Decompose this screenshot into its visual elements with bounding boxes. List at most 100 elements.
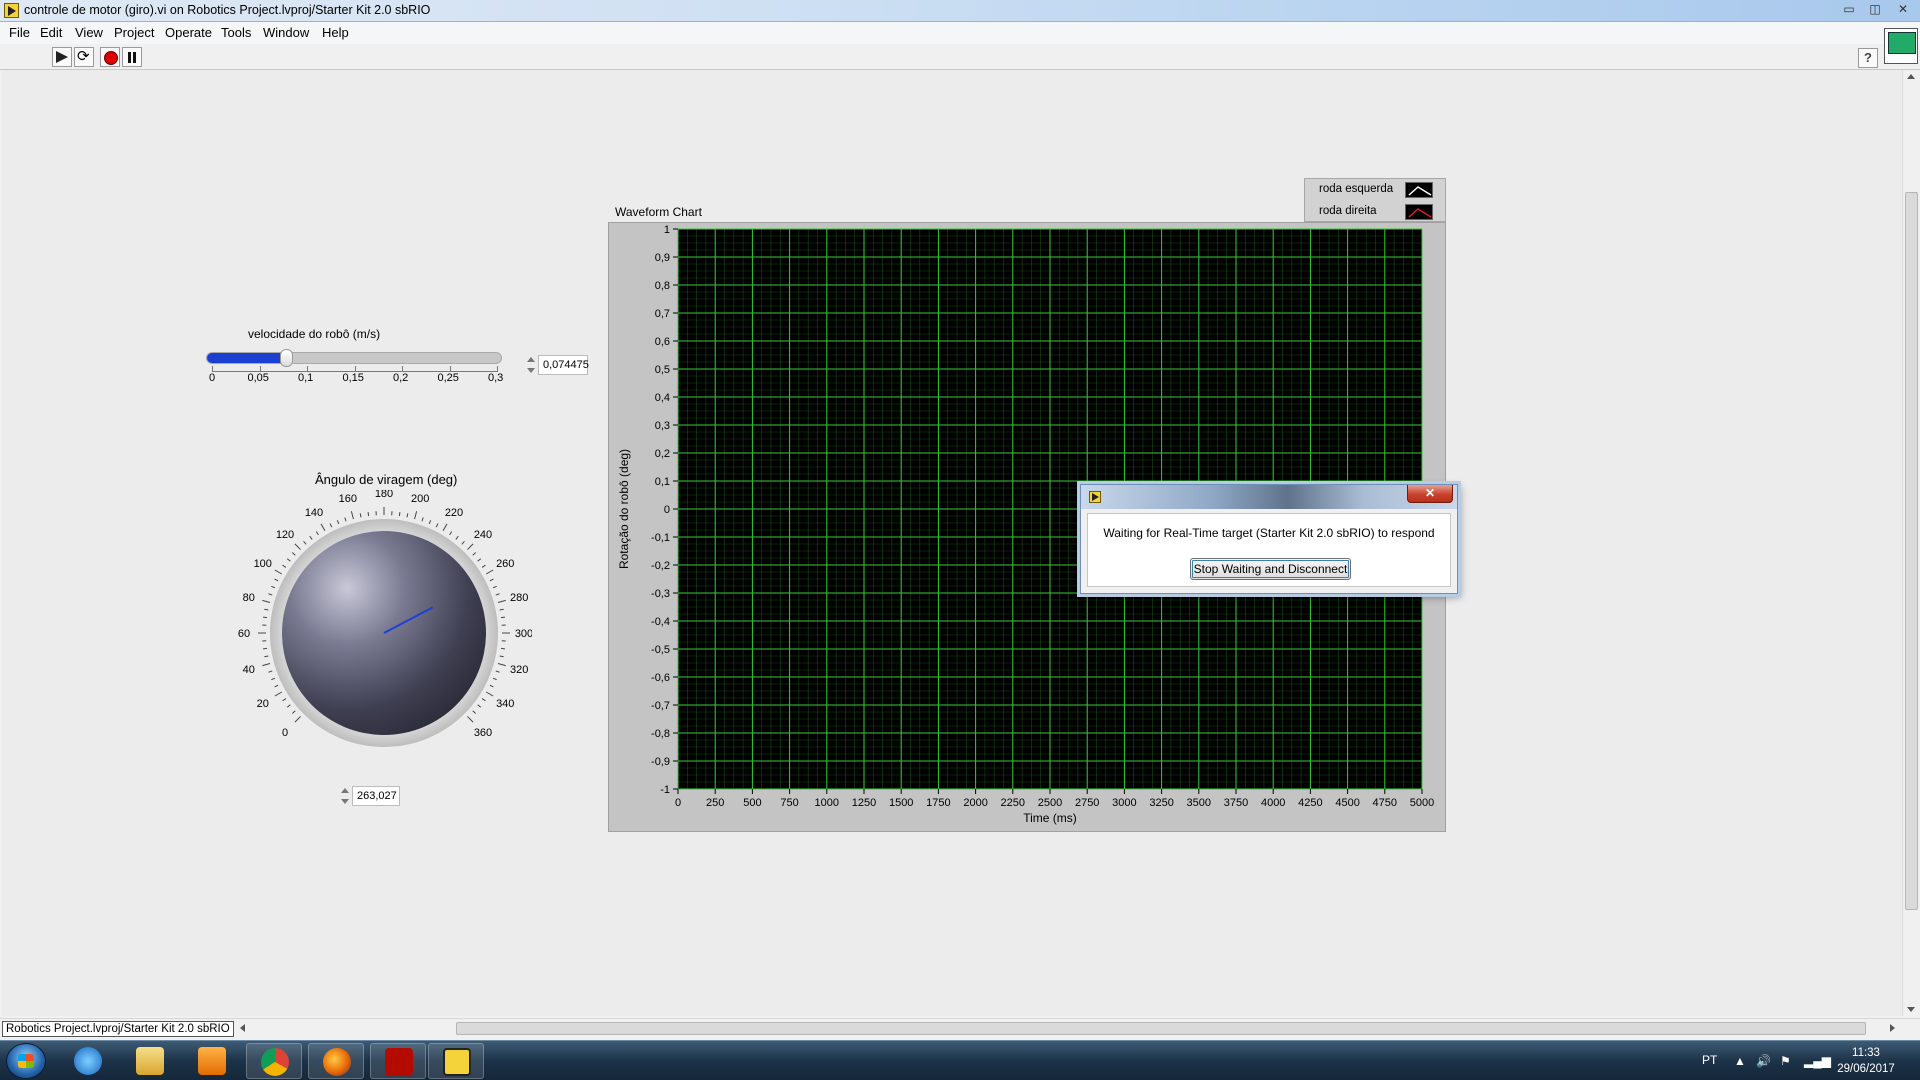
slider-thumb[interactable]: [279, 349, 293, 367]
chrome-button[interactable]: [246, 1043, 302, 1079]
x-tick-label: 2500: [1038, 797, 1062, 809]
horizontal-scroll-thumb[interactable]: [456, 1022, 1866, 1035]
legend-swatch-left[interactable]: [1405, 182, 1433, 198]
slider-value-spinner[interactable]: [526, 355, 536, 375]
menu-operate[interactable]: Operate: [165, 25, 212, 40]
labview-icon: [1089, 491, 1101, 503]
scroll-left-arrow-icon[interactable]: [240, 1024, 245, 1032]
knob-tick-mark: [264, 655, 269, 658]
acrobat-icon: [385, 1048, 413, 1076]
knob-tick-mark: [455, 535, 459, 540]
knob-tick-mark: [398, 511, 401, 517]
pause-icon[interactable]: [122, 47, 142, 67]
turn-angle-knob[interactable]: 0 20 40 60 80 100 120 140 160 180 200 220 240 260 280 3…: [232, 490, 532, 770]
tray-expand-icon[interactable]: ▲: [1734, 1054, 1746, 1068]
run-arrow-icon[interactable]: [52, 47, 72, 67]
x-axis-label: Time (ms): [1023, 811, 1077, 825]
knob-label: Ângulo de viragem (deg): [315, 472, 458, 487]
clock-time: 11:33: [1852, 1047, 1880, 1059]
knob-tick-label: 0: [282, 727, 288, 739]
language-indicator[interactable]: PT: [1702, 1053, 1717, 1067]
knob-tick-mark: [291, 710, 296, 714]
chart-legend[interactable]: roda esquerda roda direita: [1304, 178, 1446, 222]
legend-item-roda-direita[interactable]: roda direita: [1305, 202, 1447, 222]
y-tick-label: 0,1: [655, 476, 670, 488]
context-help-icon[interactable]: ?: [1858, 48, 1878, 68]
menu-project[interactable]: Project: [114, 25, 154, 40]
toolbar: [0, 44, 1920, 70]
media-player-button[interactable]: [184, 1043, 240, 1079]
x-tick-label: 2000: [963, 797, 987, 809]
windows-taskbar: PT ▲ 🔊 ⚑ ▂▄▆ 11:33 29/06/2017: [0, 1040, 1920, 1080]
knob-tick-label: 320: [510, 664, 528, 676]
network-signal-icon[interactable]: ▂▄▆: [1804, 1054, 1831, 1068]
tray-clock[interactable]: 11:33 29/06/2017: [1836, 1045, 1896, 1077]
run-continuously-icon[interactable]: [74, 47, 94, 67]
knob-value-display[interactable]: 263,027: [352, 786, 400, 806]
knob-value-spinner[interactable]: [340, 786, 350, 806]
knob-tick-mark: [359, 513, 362, 518]
speed-slider[interactable]: [206, 349, 502, 367]
menu-file[interactable]: File: [9, 25, 30, 40]
scroll-right-arrow-icon[interactable]: [1890, 1024, 1895, 1032]
knob-tick-mark: [274, 578, 279, 582]
knob-tick-label: 240: [474, 529, 492, 541]
knob-tick-mark: [449, 531, 453, 536]
vertical-scrollbar[interactable]: [1902, 70, 1920, 1016]
knob-tick-mark: [467, 543, 474, 550]
slider-value-display[interactable]: 0,074475: [538, 355, 589, 375]
knob-tick-label: 340: [496, 698, 514, 710]
knob-tick-mark: [499, 608, 504, 611]
internet-explorer-button[interactable]: [60, 1043, 116, 1079]
volume-icon[interactable]: 🔊: [1756, 1054, 1771, 1068]
scroll-up-arrow-icon[interactable]: [1907, 74, 1915, 79]
vertical-scroll-thumb[interactable]: [1905, 192, 1918, 910]
windows-start-icon[interactable]: [6, 1043, 46, 1079]
y-tick-label: 0,5: [655, 364, 670, 376]
abort-stop-icon[interactable]: [100, 47, 120, 67]
menu-window[interactable]: Window: [263, 25, 309, 40]
legend-item-roda-esquerda[interactable]: roda esquerda: [1305, 180, 1447, 200]
knob-tick-mark: [282, 564, 287, 568]
slider-tick-mark: [212, 366, 213, 372]
slider-tick-mark: [402, 366, 403, 372]
y-tick-label: 0: [664, 504, 670, 516]
x-tick-label: 1250: [852, 797, 876, 809]
stop-waiting-button[interactable]: Stop Waiting and Disconnect: [1190, 558, 1351, 580]
knob-tick-mark: [262, 616, 268, 619]
menu-edit[interactable]: Edit: [40, 25, 62, 40]
x-tick-label: 4750: [1373, 797, 1397, 809]
menu-bar: File Edit View Project Operate Tools Win…: [0, 22, 1920, 44]
slider-tick-label: 0,25: [437, 372, 459, 384]
action-center-flag-icon[interactable]: ⚑: [1780, 1054, 1791, 1068]
knob-tick-mark: [271, 585, 276, 589]
x-tick-label: 2250: [1001, 797, 1025, 809]
menu-help[interactable]: Help: [322, 25, 349, 40]
legend-label: roda direita: [1319, 205, 1377, 217]
knob-tick-mark: [274, 691, 283, 697]
menu-view[interactable]: View: [75, 25, 103, 40]
acrobat-button[interactable]: [370, 1043, 426, 1079]
file-explorer-button[interactable]: [122, 1043, 178, 1079]
knob-tick-mark: [303, 540, 307, 545]
x-tick-label: 750: [780, 797, 798, 809]
dialog-close-button[interactable]: ✕: [1407, 485, 1453, 503]
project-target-path[interactable]: Robotics Project.lvproj/Starter Kit 2.0 …: [2, 1021, 234, 1037]
vi-connector-icon[interactable]: [1884, 28, 1918, 64]
scroll-down-arrow-icon[interactable]: [1907, 1007, 1915, 1012]
close-window-button[interactable]: ✕: [1890, 1, 1916, 19]
labview-button[interactable]: [428, 1043, 484, 1079]
x-tick-label: 4250: [1298, 797, 1322, 809]
knob-tick-mark: [286, 704, 291, 708]
maximize-button[interactable]: ◫: [1862, 1, 1888, 19]
slider-tick-mark: [307, 366, 308, 372]
file-explorer-icon: [136, 1047, 164, 1075]
menu-tools[interactable]: Tools: [221, 25, 251, 40]
x-tick-label: 2750: [1075, 797, 1099, 809]
minimize-button[interactable]: ▭: [1836, 1, 1862, 19]
knob-tick-label: 80: [243, 592, 255, 604]
knob-tick-mark: [497, 599, 506, 603]
knob-tick-mark: [492, 585, 497, 589]
legend-swatch-right[interactable]: [1405, 204, 1433, 220]
firefox-button[interactable]: [308, 1043, 364, 1079]
